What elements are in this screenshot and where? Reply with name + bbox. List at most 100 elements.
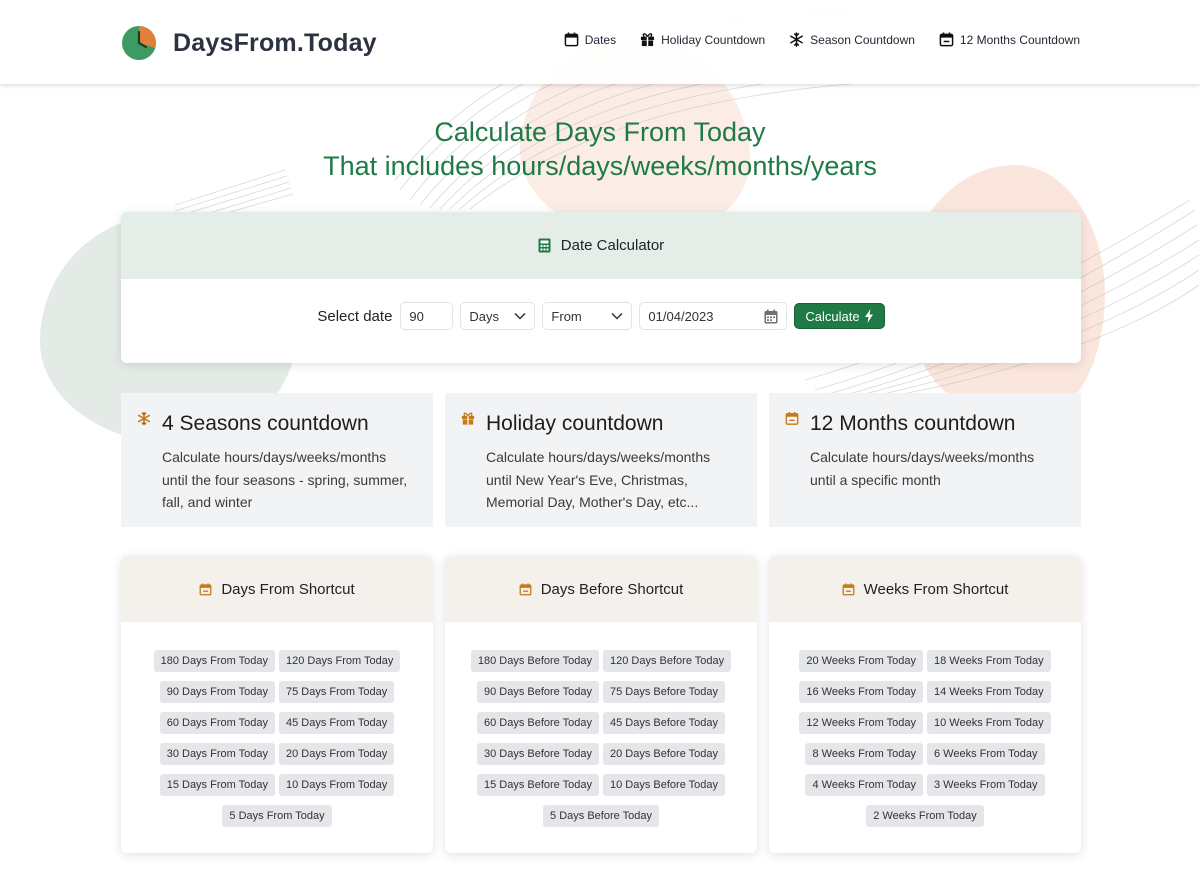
calendar-minus-icon [199, 582, 212, 595]
clock-logo-icon [122, 26, 156, 60]
chevron-down-icon [514, 312, 526, 320]
date-calculator-card: Date Calculator Select date Days From 01… [121, 212, 1081, 363]
calculate-button[interactable]: Calculate [794, 303, 885, 329]
shortcut-link[interactable]: 20 Weeks From Today [799, 650, 923, 672]
date-input-value: 01/04/2023 [648, 308, 714, 324]
shortcut-link[interactable]: 120 Days From Today [279, 650, 401, 672]
hero-title-line-1: Calculate Days From Today [434, 117, 766, 147]
shortcut-link[interactable]: 30 Days From Today [159, 743, 275, 765]
nav-label: Dates [584, 32, 617, 47]
nav-item-12-months-countdown[interactable]: 12 Months Countdown [939, 32, 1080, 47]
feature-title: 12 Months countdown [810, 412, 1016, 435]
unit-select-value: Days [469, 308, 500, 324]
shortcut-card-days-from: Days From Shortcut 180 Days From Today 1… [121, 556, 433, 853]
shortcut-link[interactable]: 14 Weeks From Today [927, 681, 1051, 703]
unit-select[interactable]: Days [460, 302, 536, 330]
feature-card-12-months[interactable]: 12 Months countdown Calculate hours/days… [769, 393, 1081, 527]
shortcut-link[interactable]: 75 Days From Today [279, 681, 395, 703]
shortcut-link[interactable]: 180 Days Before Today [470, 650, 599, 672]
hero-title: Calculate Days From Today That includes … [0, 115, 1200, 183]
shortcut-link[interactable]: 10 Weeks From Today [927, 712, 1051, 734]
amount-input-field[interactable] [409, 308, 445, 324]
shortcut-link[interactable]: 12 Weeks From Today [799, 712, 923, 734]
shortcut-link[interactable]: 20 Days From Today [279, 743, 395, 765]
calendar-picker-icon[interactable] [764, 309, 778, 324]
feature-description: Calculate hours/days/weeks/months until … [486, 449, 711, 510]
shortcut-card-header: Days From Shortcut [121, 556, 433, 622]
shortcut-link[interactable]: 90 Days From Today [159, 681, 275, 703]
shortcut-card-title: Weeks From Shortcut [863, 580, 1009, 598]
nav-item-holiday-countdown[interactable]: Holiday Countdown [640, 32, 765, 47]
shortcut-link[interactable]: 6 Weeks From Today [927, 743, 1045, 765]
shortcut-list: 180 Days Before Today 120 Days Before To… [445, 622, 757, 832]
shortcut-link[interactable]: 2 Weeks From Today [866, 805, 984, 827]
feature-description: Calculate hours/days/weeks/months until … [810, 449, 1035, 488]
lightning-icon [864, 309, 873, 323]
shortcut-link[interactable]: 5 Days Before Today [543, 805, 659, 827]
nav-label: Holiday Countdown [661, 32, 766, 47]
nav-item-dates[interactable]: Dates [564, 32, 616, 47]
calendar-minus-icon [842, 582, 855, 595]
shortcut-link[interactable]: 60 Days From Today [159, 712, 275, 734]
feature-description: Calculate hours/days/weeks/months until … [162, 449, 408, 510]
feature-title: 4 Seasons countdown [162, 412, 369, 435]
date-calculator-header: Date Calculator [121, 212, 1081, 279]
snowflake-icon [137, 411, 151, 426]
shortcut-link[interactable]: 16 Weeks From Today [799, 681, 923, 703]
shortcut-link[interactable]: 60 Days Before Today [476, 712, 599, 734]
amount-input[interactable] [400, 302, 454, 330]
shortcut-link[interactable]: 4 Weeks From Today [805, 774, 923, 796]
shortcut-link[interactable]: 10 Days From Today [279, 774, 395, 796]
feature-card-seasons[interactable]: 4 Seasons countdown Calculate hours/days… [121, 393, 433, 527]
snowflake-icon [790, 32, 804, 47]
shortcut-link[interactable]: 8 Weeks From Today [805, 743, 923, 765]
nav-item-season-countdown[interactable]: Season Countdown [789, 32, 915, 47]
calendar-minus-icon [939, 32, 954, 47]
shortcut-link[interactable]: 15 Days Before Today [476, 774, 599, 796]
select-date-label: Select date [317, 307, 393, 325]
calendar-icon [564, 32, 579, 47]
gift-icon [461, 412, 475, 425]
feature-card-holiday[interactable]: Holiday countdown Calculate hours/days/w… [445, 393, 757, 527]
main-nav: Dates Holiday Countdown Season Countdown… [540, 32, 1080, 47]
shortcut-card-header: Days Before Shortcut [445, 556, 757, 622]
shortcut-link[interactable]: 18 Weeks From Today [927, 650, 1051, 672]
shortcut-link[interactable]: 10 Days Before Today [603, 774, 726, 796]
shortcut-card-header: Weeks From Shortcut [769, 556, 1081, 622]
shortcut-card-title: Days From Shortcut [221, 580, 355, 598]
shortcut-link[interactable]: 20 Days Before Today [603, 743, 726, 765]
shortcut-cards: Days From Shortcut 180 Days From Today 1… [121, 556, 1081, 853]
shortcut-list: 180 Days From Today 120 Days From Today … [121, 622, 433, 832]
shortcut-link[interactable]: 180 Days From Today [153, 650, 275, 672]
shortcut-card-title: Days Before Shortcut [540, 580, 684, 598]
feature-title: Holiday countdown [486, 412, 664, 435]
shortcut-link[interactable]: 3 Weeks From Today [927, 774, 1045, 796]
direction-select-value: From [551, 308, 582, 324]
shortcut-link[interactable]: 30 Days Before Today [476, 743, 599, 765]
shortcut-link[interactable]: 45 Days Before Today [603, 712, 726, 734]
shortcut-link[interactable]: 15 Days From Today [159, 774, 275, 796]
calendar-minus-icon [519, 582, 532, 595]
site-logo[interactable]: DaysFrom.Today [121, 25, 377, 61]
shortcut-card-weeks-from: Weeks From Shortcut 20 Weeks From Today … [769, 556, 1081, 853]
gift-icon [641, 33, 655, 47]
shortcut-link[interactable]: 45 Days From Today [279, 712, 395, 734]
shortcut-link[interactable]: 5 Days From Today [222, 805, 332, 827]
shortcut-link[interactable]: 90 Days Before Today [476, 681, 599, 703]
calendar-minus-icon [785, 411, 799, 425]
date-input[interactable]: 01/04/2023 [639, 302, 788, 330]
feature-cards: 4 Seasons countdown Calculate hours/days… [121, 393, 1081, 527]
shortcut-list: 20 Weeks From Today 18 Weeks From Today … [769, 622, 1081, 832]
calculate-button-label: Calculate [805, 308, 860, 324]
shortcut-card-days-before: Days Before Shortcut 180 Days Before Tod… [445, 556, 757, 853]
direction-select[interactable]: From [542, 302, 633, 330]
nav-label: 12 Months Countdown [959, 32, 1080, 47]
hero-section: Calculate Days From Today That includes … [0, 115, 1200, 183]
site-header: DaysFrom.Today Dates Holiday Countdown S… [0, 0, 1200, 84]
nav-label: Season Countdown [810, 32, 915, 47]
shortcut-link[interactable]: 75 Days Before Today [603, 681, 726, 703]
calculator-icon [538, 238, 551, 253]
brand-name: DaysFrom.Today [173, 28, 377, 57]
chevron-down-icon [611, 312, 623, 320]
shortcut-link[interactable]: 120 Days Before Today [603, 650, 732, 672]
